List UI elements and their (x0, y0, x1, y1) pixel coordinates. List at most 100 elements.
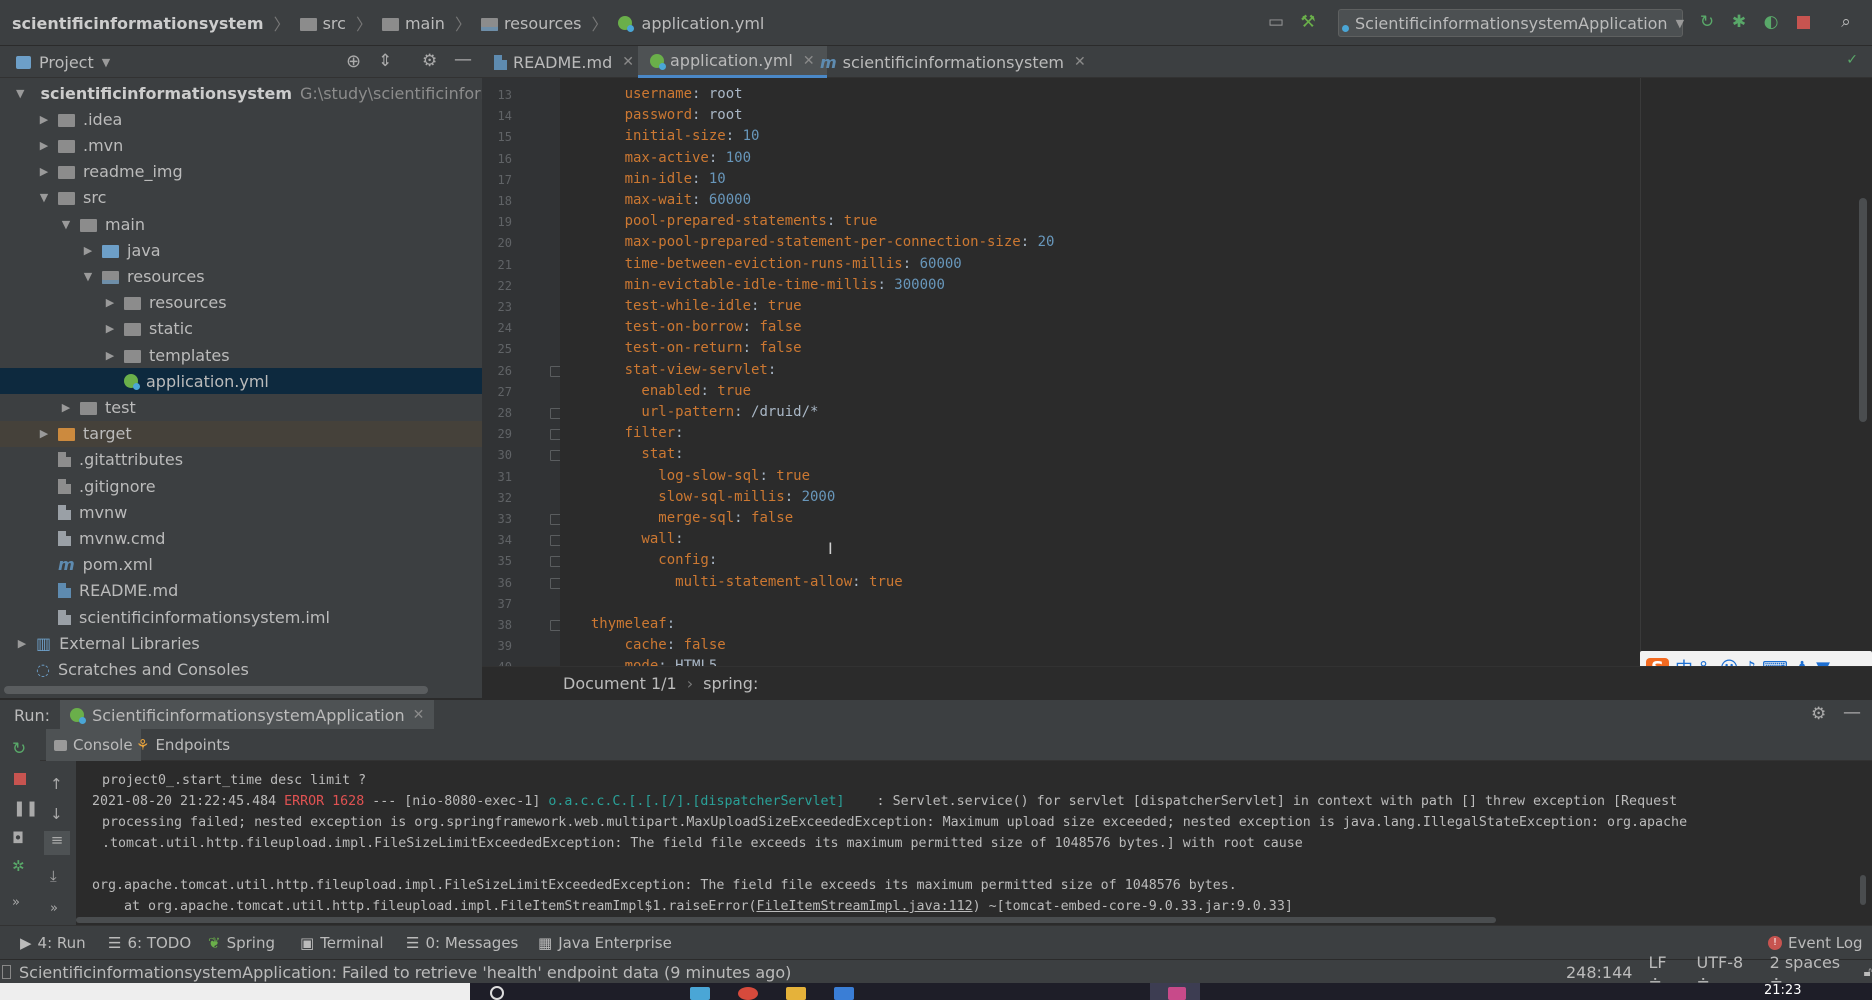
gear-icon[interactable]: ⚙ (422, 51, 437, 71)
soft-wrap-icon[interactable]: ≡ (44, 831, 70, 855)
stop-icon[interactable] (1793, 12, 1813, 32)
collapsed-arrow-icon[interactable]: ▶ (16, 637, 28, 650)
expanded-arrow-icon[interactable]: ▼ (60, 218, 72, 231)
run-configuration-selector[interactable]: ScientificinformationsystemApplication ▼ (1338, 9, 1684, 37)
status-panel-icon[interactable] (2, 965, 11, 979)
tab-readme[interactable]: README.md ✕ (482, 46, 646, 78)
tab-pom[interactable]: m scientificinformationsystem ✕ (808, 46, 1098, 78)
tree-item[interactable]: ▶ readme_img (0, 159, 482, 185)
tree-item[interactable]: ▶ ▥ External Libraries (0, 630, 482, 656)
collapsed-arrow-icon[interactable]: ▶ (38, 113, 50, 126)
down-arrow-icon[interactable]: ↓ (50, 805, 63, 823)
camera-icon[interactable]: ◘ (12, 829, 24, 847)
horizontal-scrollbar[interactable] (4, 686, 428, 694)
tree-item[interactable]: ▶ resources (0, 290, 482, 316)
collapse-all-icon[interactable]: ⇕ (378, 51, 392, 71)
stop-icon[interactable] (14, 773, 26, 785)
tree-item[interactable]: .gitattributes (0, 447, 482, 473)
collapsed-arrow-icon[interactable]: ▶ (38, 427, 50, 440)
console-vertical-scrollbar[interactable] (1860, 875, 1866, 905)
taskbar-app-icon[interactable] (834, 987, 854, 1000)
build-hammer-icon[interactable]: ⚒ (1298, 12, 1318, 32)
layout-icon[interactable]: ▭ (1266, 12, 1286, 32)
collapsed-arrow-icon[interactable]: ▶ (104, 349, 116, 362)
rerun-icon[interactable]: ↻ (12, 739, 26, 759)
more-icon[interactable]: » (50, 901, 58, 916)
tree-item[interactable]: ▶ java (0, 237, 482, 263)
tree-item[interactable]: ▶ .mvn (0, 132, 482, 158)
console-output[interactable]: project0_.start_time desc limit ? 2021-0… (76, 761, 1872, 925)
collapsed-arrow-icon[interactable]: ▶ (104, 296, 116, 309)
coverage-icon[interactable]: ◐ (1761, 12, 1781, 32)
taskbar-search-box[interactable] (0, 983, 470, 1000)
tree-item[interactable]: ▶ templates (0, 342, 482, 368)
collapsed-arrow-icon[interactable]: ▶ (104, 322, 116, 335)
collapsed-arrow-icon[interactable]: ▶ (38, 165, 50, 178)
yaml-path[interactable]: spring: (703, 674, 758, 693)
tree-item[interactable]: ▼ resources (0, 263, 482, 289)
tree-item[interactable]: scientificinformationsystem.iml (0, 604, 482, 630)
tool-tab-spring[interactable]: ❦ Spring (208, 926, 275, 960)
tree-item[interactable]: mvnw (0, 499, 482, 525)
tree-item[interactable]: ▶ .idea (0, 106, 482, 132)
taskbar-app-icon[interactable] (786, 987, 806, 1000)
debug-bug-icon[interactable]: ✱ (1729, 12, 1749, 32)
breadcrumb-resources[interactable]: resources (504, 14, 582, 33)
close-icon[interactable]: ✕ (622, 54, 634, 70)
minimize-icon[interactable]: — (454, 49, 472, 70)
expanded-arrow-icon[interactable]: ▼ (82, 270, 94, 283)
tree-item[interactable]: ▶ target (0, 420, 482, 447)
tool-tab-java-enterprise[interactable]: ▦ Java Enterprise (538, 926, 672, 960)
run-tab[interactable]: ScientificinformationsystemApplication ✕ (60, 700, 435, 730)
taskbar-app-icon[interactable] (690, 987, 710, 1000)
tree-item[interactable]: m pom.xml (0, 552, 482, 578)
lock-icon[interactable]: 🔓︎ (1864, 965, 1872, 980)
tool-tab-messages[interactable]: ☰ 0: Messages (406, 926, 518, 960)
tree-item[interactable]: ▼ scientificinformationsystem G:\study\sci… (0, 80, 482, 106)
collapsed-arrow-icon[interactable]: ▶ (60, 401, 72, 414)
close-icon[interactable]: ✕ (413, 707, 425, 723)
tree-item[interactable]: ▼ src (0, 185, 482, 211)
caret-position[interactable]: 248:144 (1566, 963, 1632, 982)
tool-tab-terminal[interactable]: ▣ Terminal (300, 926, 384, 960)
taskbar-app-icon[interactable] (738, 987, 758, 1000)
document-indicator[interactable]: Document 1/1 (563, 674, 677, 693)
pause-icon[interactable]: ❚❚ (13, 799, 38, 817)
console-horizontal-scrollbar[interactable] (76, 917, 1496, 923)
tree-item[interactable]: ▼ main (0, 211, 482, 237)
vertical-scrollbar[interactable] (1859, 198, 1867, 422)
source-link[interactable]: FileItemStreamImpl.java:112 (756, 899, 972, 914)
tree-item[interactable]: ▶ static (0, 316, 482, 342)
status-message[interactable]: ScientificinformationsystemApplication: … (19, 963, 791, 982)
collapsed-arrow-icon[interactable]: ▶ (38, 139, 50, 152)
locate-target-icon[interactable]: ⊕ (346, 51, 361, 72)
tree-item[interactable]: README.md (0, 578, 482, 604)
tab-application-yml[interactable]: application.yml ✕ (638, 46, 827, 78)
breadcrumb-src[interactable]: src (323, 14, 346, 33)
chevron-down-icon[interactable]: ▼ (102, 56, 110, 69)
clock[interactable]: 21:23 (1764, 983, 1801, 998)
tool-tab-todo[interactable]: ☰ 6: TODO (108, 926, 191, 960)
tab-endpoints[interactable]: ⚘ Endpoints (136, 729, 230, 761)
tree-item[interactable]: mvnw.cmd (0, 525, 482, 551)
tree-item[interactable]: .gitignore (0, 473, 482, 499)
gear-icon[interactable]: ⚙ (1811, 704, 1826, 724)
more-icon[interactable]: » (12, 895, 20, 910)
tree-item[interactable]: ▶ test (0, 394, 482, 420)
tree-item[interactable]: ◌ Scratches and Consoles (0, 656, 482, 682)
expanded-arrow-icon[interactable]: ▼ (38, 191, 50, 204)
collapsed-arrow-icon[interactable]: ▶ (82, 244, 94, 257)
project-panel-title[interactable]: Project (39, 53, 94, 72)
breadcrumb-file[interactable]: application.yml (642, 14, 765, 33)
rerun-icon[interactable]: ↻ (1697, 12, 1717, 32)
code-editor[interactable]: username: root password: root initial-si… (560, 78, 1872, 666)
search-icon[interactable]: ⌕ (1836, 12, 1856, 32)
tool-tab-run[interactable]: ▶ 4: Run (20, 926, 86, 960)
tree-item[interactable]: application.yml (0, 368, 482, 395)
breadcrumb-project[interactable]: scientificinformationsystem (12, 14, 264, 33)
taskbar-search-icon[interactable] (490, 986, 504, 1000)
tab-console[interactable]: Console (46, 729, 141, 761)
up-arrow-icon[interactable]: ↑ (50, 775, 63, 793)
breadcrumb-main[interactable]: main (405, 14, 445, 33)
close-icon[interactable]: ✕ (1074, 54, 1086, 70)
